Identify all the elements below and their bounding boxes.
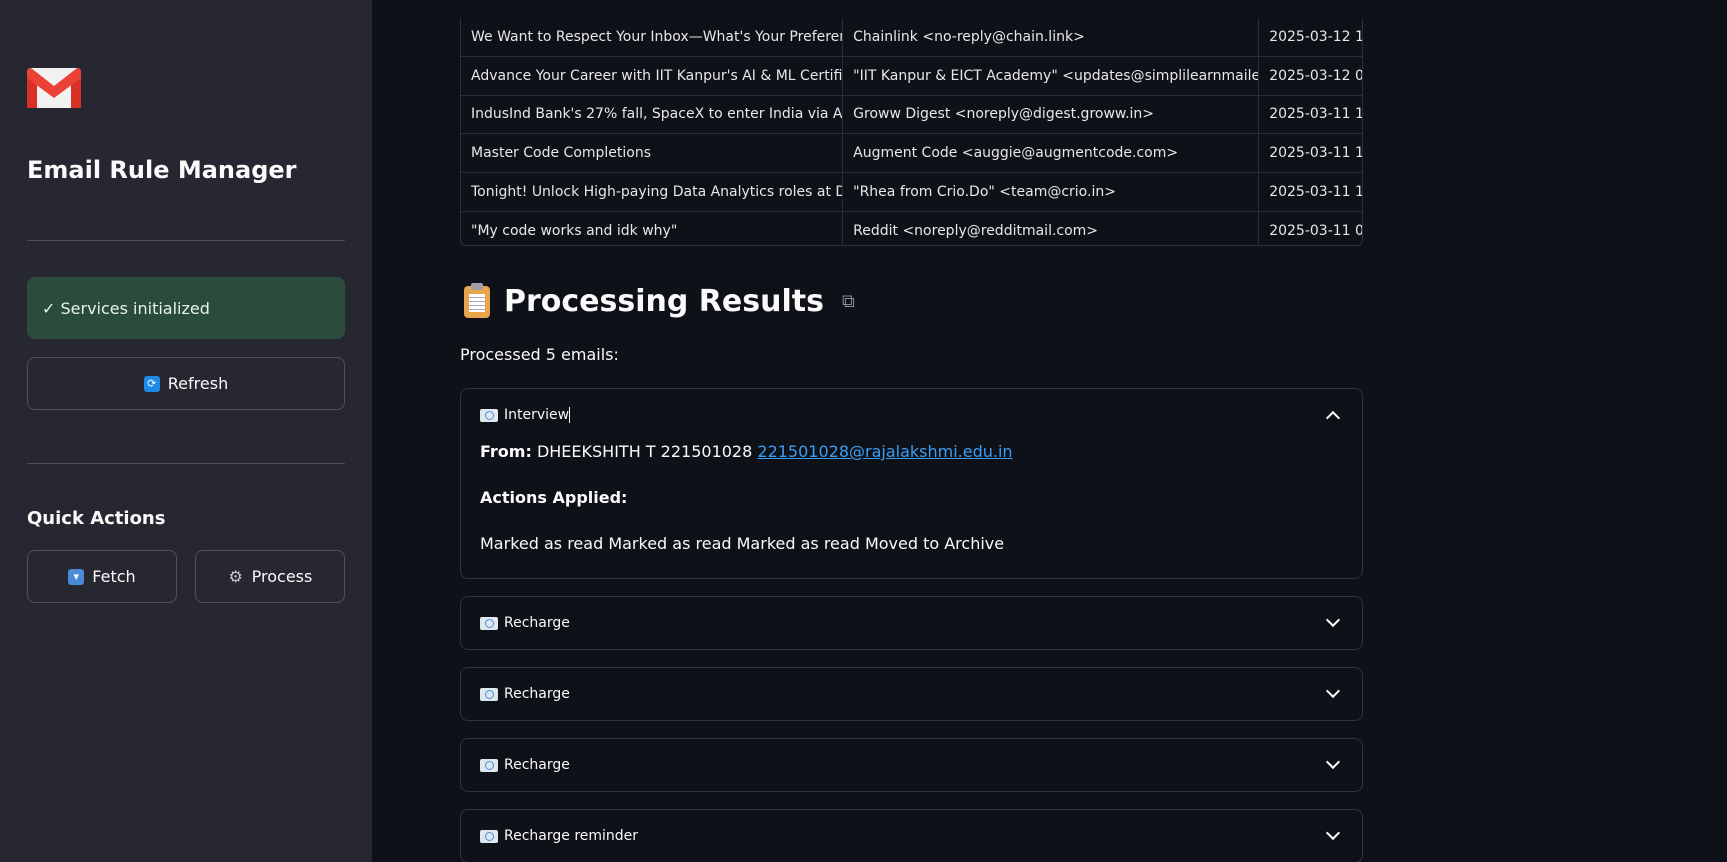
sender-cell[interactable]: Reddit <noreply@redditmail.com> <box>843 211 1260 245</box>
from-label: From: <box>480 442 532 461</box>
gmail-logo-icon <box>27 68 81 108</box>
process-label: Process <box>251 567 313 586</box>
expander-recharge[interactable]: Recharge <box>460 738 1363 792</box>
process-button[interactable]: ⚙ Process <box>195 550 345 603</box>
email-icon <box>480 616 498 630</box>
from-name: DHEEKSHITH T 221501028 <box>536 442 753 461</box>
app-title: Email Rule Manager <box>27 156 297 184</box>
link-icon[interactable]: ⧉ <box>842 291 855 312</box>
email-icon <box>480 829 498 843</box>
emails-table[interactable]: We Want to Respect Your Inbox—What's You… <box>460 18 1363 246</box>
expander-recharge[interactable]: Recharge <box>460 596 1363 650</box>
subject-cell[interactable]: Master Code Completions <box>461 134 844 173</box>
text-cursor <box>569 407 571 423</box>
mailbox-icon: ▾ <box>68 568 85 585</box>
actions-text: Marked as read Marked as read Marked as … <box>480 534 1005 553</box>
sidebar-divider <box>27 463 345 464</box>
status-badge: ✓ Services initialized <box>27 277 345 339</box>
expander-body: From: DHEEKSHITH T 221501028 221501028@r… <box>461 441 1362 575</box>
expander-header[interactable]: Recharge reminder <box>461 810 1362 862</box>
sidebar: Email Rule Manager ✓ Services initialize… <box>0 0 372 862</box>
sender-cell[interactable]: Groww Digest <noreply@digest.groww.in> <box>843 95 1260 134</box>
table-row[interactable]: Master Code Completions Augment Code <aug… <box>461 134 1362 174</box>
fetch-button[interactable]: ▾ Fetch <box>27 550 177 603</box>
date-cell[interactable]: 2025-03-12 11: <box>1259 18 1362 56</box>
expander-title: Interview <box>504 407 570 423</box>
refresh-label: Refresh <box>167 374 229 393</box>
date-cell[interactable]: 2025-03-11 08: <box>1259 212 1362 245</box>
subject-cell[interactable]: IndusInd Bank's 27% fall, SpaceX to ente… <box>461 95 844 134</box>
subject-cell[interactable]: "My code works and idk why" <box>461 211 844 245</box>
email-icon <box>480 758 498 772</box>
processed-count: Processed 5 emails: <box>460 345 619 364</box>
email-icon <box>480 408 498 422</box>
subject-cell[interactable]: Tonight! Unlock High-paying Data Analyti… <box>461 173 844 211</box>
actions-label: Actions Applied: <box>480 488 628 507</box>
section-title: Processing Results <box>504 284 824 319</box>
date-cell[interactable]: 2025-03-11 15: <box>1259 96 1362 134</box>
expander-title: Recharge <box>504 686 570 702</box>
expander-recharge-reminder[interactable]: Recharge reminder <box>460 809 1363 862</box>
refresh-icon: ⟳ <box>143 375 160 392</box>
main-content: We Want to Respect Your Inbox—What's You… <box>372 0 1727 862</box>
sender-cell[interactable]: "IIT Kanpur & EICT Academy" <updates@sim… <box>843 56 1260 95</box>
sender-cell[interactable]: Augment Code <auggie@augmentcode.com> <box>843 134 1260 173</box>
table-row[interactable]: "My code works and idk why" Reddit <norep… <box>461 211 1362 245</box>
expander-title: Recharge <box>504 757 570 773</box>
date-cell[interactable]: 2025-03-11 14: <box>1259 134 1362 172</box>
processing-results-heading: Processing Results ⧉ <box>464 282 855 319</box>
subject-cell[interactable]: We Want to Respect Your Inbox—What's You… <box>461 18 844 56</box>
sender-cell[interactable]: Chainlink <no-reply@chain.link> <box>843 18 1260 56</box>
table-row[interactable]: Tonight! Unlock High-paying Data Analyti… <box>461 173 1362 212</box>
expander-title: Recharge <box>504 615 570 631</box>
table-row[interactable]: We Want to Respect Your Inbox—What's You… <box>461 18 1362 57</box>
quick-actions-title: Quick Actions <box>27 508 166 529</box>
chevron-down-icon[interactable] <box>1325 612 1341 628</box>
sidebar-divider <box>27 240 345 241</box>
expander-header[interactable]: Recharge <box>461 739 1362 791</box>
table-row[interactable]: Advance Your Career with IIT Kanpur's AI… <box>461 56 1362 96</box>
expander-header[interactable]: Recharge <box>461 597 1362 649</box>
clipboard-icon <box>464 282 490 318</box>
from-email-link[interactable]: 221501028@rajalakshmi.edu.in <box>757 442 1012 461</box>
email-icon <box>480 687 498 701</box>
expander-header[interactable]: Recharge <box>461 668 1362 720</box>
chevron-down-icon[interactable] <box>1325 754 1341 770</box>
expander-interview[interactable]: Interview From: DHEEKSHITH T 221501028 2… <box>460 388 1363 579</box>
table-row[interactable]: IndusInd Bank's 27% fall, SpaceX to ente… <box>461 95 1362 135</box>
date-cell[interactable]: 2025-03-11 11: <box>1259 173 1362 211</box>
expander-title: Recharge reminder <box>504 828 639 844</box>
refresh-button[interactable]: ⟳ Refresh <box>27 357 345 410</box>
chevron-down-icon[interactable] <box>1325 825 1341 841</box>
chevron-up-icon[interactable] <box>1325 410 1341 426</box>
sender-cell[interactable]: "Rhea from Crio.Do" <team@crio.in> <box>843 173 1260 211</box>
expander-recharge[interactable]: Recharge <box>460 667 1363 721</box>
date-cell[interactable]: 2025-03-12 04: <box>1259 57 1362 95</box>
chevron-down-icon[interactable] <box>1325 683 1341 699</box>
gear-icon: ⚙ <box>228 566 243 586</box>
subject-cell[interactable]: Advance Your Career with IIT Kanpur's AI… <box>461 56 844 95</box>
expander-header[interactable]: Interview <box>461 389 1362 441</box>
fetch-label: Fetch <box>92 567 136 586</box>
